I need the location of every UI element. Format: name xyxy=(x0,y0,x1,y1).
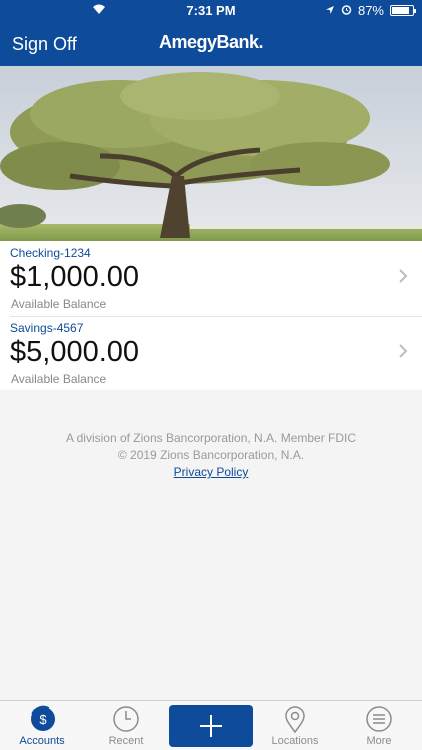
tab-label: More xyxy=(366,735,392,747)
account-name: Checking-1234 xyxy=(10,246,91,260)
account-balance: $5,000.00 xyxy=(10,336,140,368)
tab-more[interactable]: More xyxy=(337,701,421,750)
add-button[interactable] xyxy=(169,705,253,747)
nav-bar: Sign Off AmegyBank. xyxy=(0,20,422,66)
legal-footer: A division of Zions Bancorporation, N.A.… xyxy=(0,430,422,481)
chevron-right-icon xyxy=(398,342,408,365)
fdic-notice: A division of Zions Bancorporation, N.A.… xyxy=(65,431,357,445)
account-row-savings[interactable]: Savings-4567 $5,000.00 Available Balance xyxy=(0,316,422,390)
alarm-icon xyxy=(341,3,352,18)
account-balance: $1,000.00 xyxy=(10,261,140,293)
balance-label: Available Balance xyxy=(11,297,107,311)
map-pin-icon xyxy=(285,706,305,734)
account-row-checking[interactable]: Checking-1234 $1,000.00 Available Balanc… xyxy=(0,241,422,315)
tab-bar: $ Accounts Recent Locations More xyxy=(0,700,422,750)
tab-label: Accounts xyxy=(19,735,65,747)
clock-icon xyxy=(113,706,139,732)
tab-recent[interactable]: Recent xyxy=(84,701,168,750)
tab-locations[interactable]: Locations xyxy=(253,701,337,750)
plus-icon xyxy=(200,715,222,737)
tab-label: Locations xyxy=(271,735,319,747)
tab-label: Recent xyxy=(108,735,144,747)
hero-image xyxy=(0,66,422,241)
svg-text:$: $ xyxy=(39,712,47,727)
menu-icon xyxy=(366,706,392,732)
accounts-list: Checking-1234 $1,000.00 Available Balanc… xyxy=(0,241,422,390)
chevron-right-icon xyxy=(398,267,408,290)
balance-label: Available Balance xyxy=(11,372,107,386)
status-bar: 7:31 PM 87% xyxy=(0,0,422,20)
account-name: Savings-4567 xyxy=(10,321,84,335)
battery-icon xyxy=(390,5,416,16)
battery-percent: 87% xyxy=(357,3,384,18)
copyright-text: © 2019 Zions Bancorporation, N.A. xyxy=(117,448,305,462)
dollar-circle-icon: $ xyxy=(31,705,55,731)
tab-accounts[interactable]: $ Accounts xyxy=(0,701,84,750)
bank-logo: AmegyBank. xyxy=(158,32,264,52)
privacy-policy-link[interactable]: Privacy Policy xyxy=(174,465,249,479)
location-arrow-icon xyxy=(325,3,335,18)
